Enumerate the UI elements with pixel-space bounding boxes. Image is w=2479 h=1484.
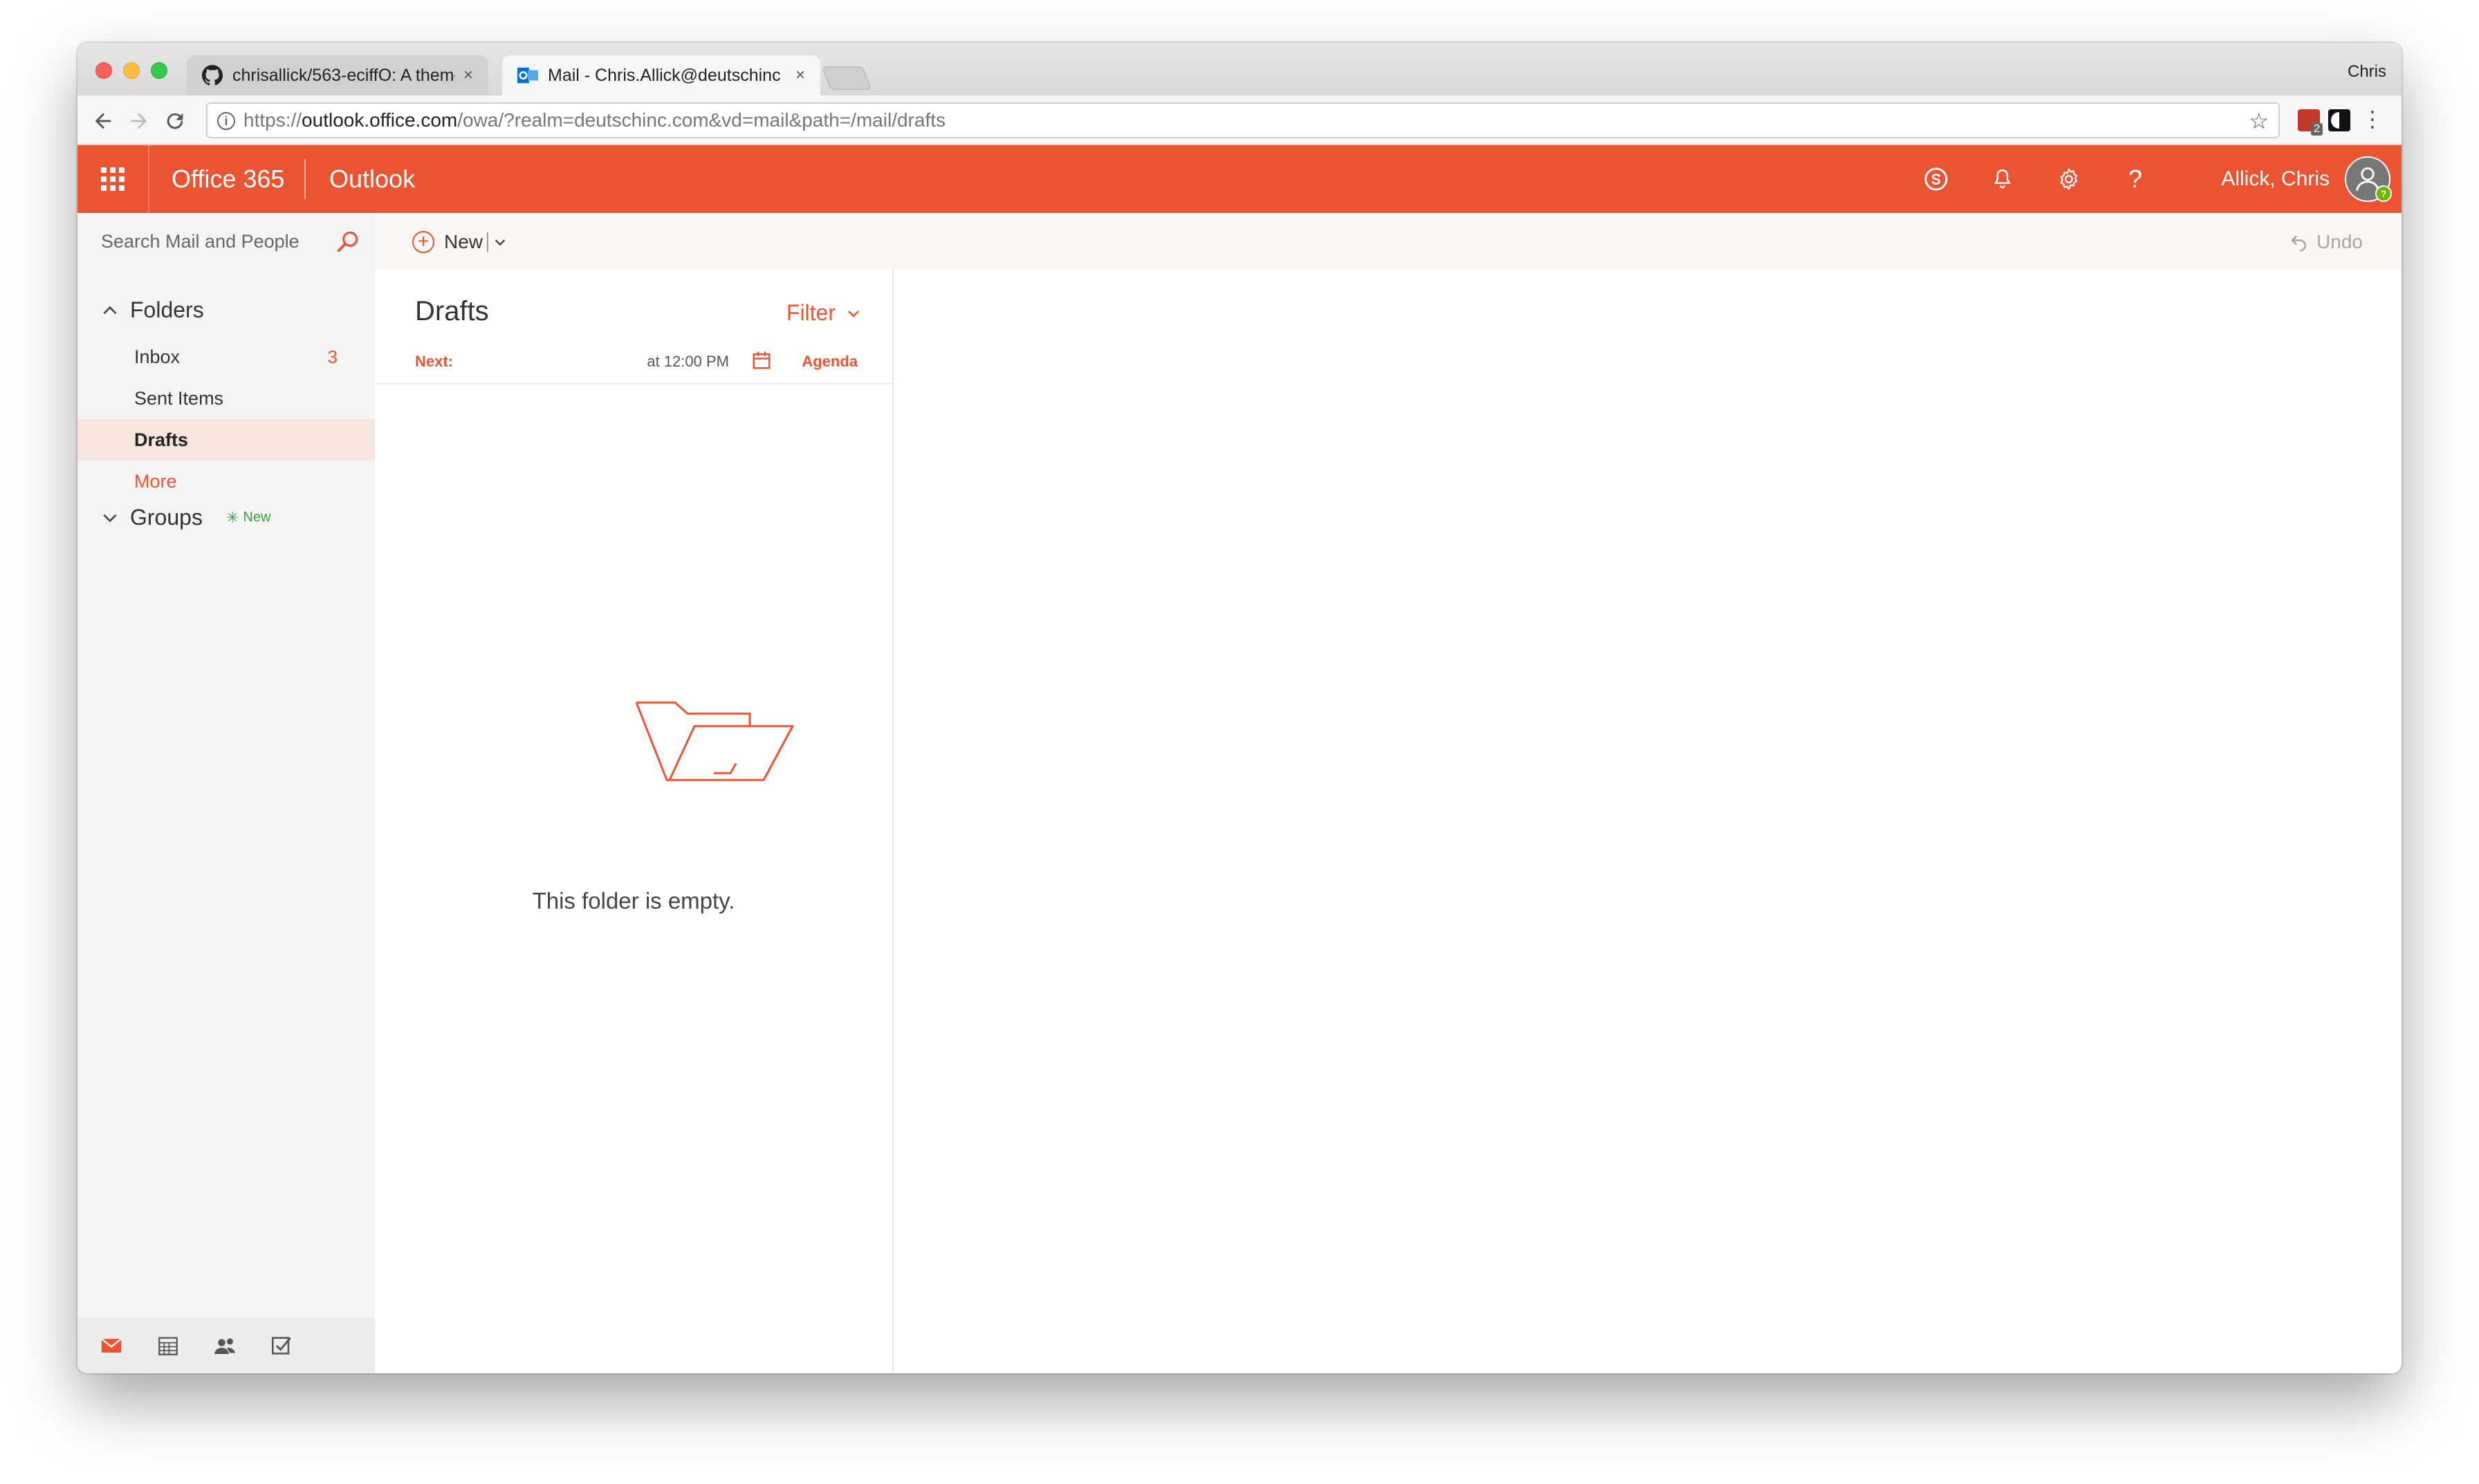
- reload-icon[interactable]: [163, 109, 187, 133]
- address-bar[interactable]: i https://outlook.office.com/owa/?realm=…: [206, 102, 2280, 138]
- site-info-icon[interactable]: i: [217, 112, 235, 130]
- folder-label: Drafts: [134, 429, 189, 450]
- skype-glyph: [1924, 167, 1948, 191]
- new-badge: ✳ New: [226, 509, 270, 527]
- presence-badge: ?: [2375, 185, 2392, 202]
- back-icon[interactable]: [91, 109, 115, 133]
- list-divider: [375, 383, 892, 384]
- folder-sent-items[interactable]: Sent Items: [77, 378, 375, 419]
- gear-glyph: [2060, 168, 2078, 190]
- mail-icon: [101, 1338, 122, 1353]
- tab-title: chrisallick/563-eciffO: A theme: [232, 65, 455, 85]
- skype-icon[interactable]: [1919, 162, 1953, 196]
- next-event-row[interactable]: Next: at 12:00 PM Agenda: [415, 346, 858, 376]
- calendar-module-button[interactable]: [155, 1333, 181, 1359]
- folder-inbox[interactable]: Inbox 3: [77, 336, 375, 378]
- filter-label: Filter: [786, 300, 836, 325]
- maximize-window-button[interactable]: [151, 62, 167, 79]
- groups-label: Groups: [130, 505, 203, 530]
- reading-pane: [895, 270, 2402, 1373]
- folders-header[interactable]: Folders: [101, 297, 204, 323]
- filter-button[interactable]: Filter: [786, 300, 862, 326]
- app-name[interactable]: Outlook: [329, 165, 415, 194]
- chevron-down-icon: [103, 514, 117, 522]
- gear-icon[interactable]: [2052, 162, 2086, 196]
- app-launcher-button[interactable]: [77, 145, 149, 213]
- add-circle-icon: +: [412, 231, 434, 253]
- chrome-menu-icon[interactable]: ⋮: [2361, 106, 2384, 131]
- outlook-icon: [517, 67, 538, 84]
- waffle-icon: [101, 167, 125, 191]
- bookmark-star-icon[interactable]: ☆: [2249, 108, 2269, 134]
- dark-mode-extension-icon[interactable]: [2328, 109, 2350, 131]
- new-tab-button[interactable]: [821, 66, 872, 90]
- extension-badge: 2: [2311, 123, 2323, 136]
- browser-toolbar: i https://outlook.office.com/owa/?realm=…: [77, 95, 2402, 145]
- folder-title: Drafts: [415, 296, 489, 326]
- url-path: /owa/?realm=deutschinc.com&vd=mail&path=…: [457, 109, 946, 131]
- calendar-icon: [158, 1337, 178, 1355]
- agenda-link[interactable]: Agenda: [802, 353, 858, 371]
- url-scheme: https://: [243, 109, 302, 131]
- search-input[interactable]: Search Mail and People: [77, 213, 375, 270]
- close-tab-icon[interactable]: ×: [463, 66, 473, 85]
- people-module-button[interactable]: [212, 1333, 238, 1359]
- tab-github[interactable]: chrisallick/563-eciffO: A theme ×: [187, 55, 488, 95]
- next-label: Next:: [415, 353, 454, 370]
- unread-count: 3: [327, 346, 338, 367]
- profile-name[interactable]: Chris: [2348, 62, 2386, 82]
- minimize-window-button[interactable]: [123, 62, 140, 79]
- mail-module-button[interactable]: [98, 1333, 125, 1359]
- search-icon[interactable]: [335, 228, 361, 254]
- folder-label: Inbox: [134, 346, 181, 367]
- people-icon: [214, 1338, 235, 1354]
- chevron-down-icon[interactable]: [492, 234, 508, 250]
- undo-button[interactable]: Undo: [2289, 231, 2363, 253]
- tab-title: Mail - Chris.Allick@deutschinc: [548, 65, 781, 85]
- more-label: More: [134, 470, 177, 492]
- chevron-up-icon: [103, 306, 117, 314]
- close-tab-icon[interactable]: ×: [795, 66, 805, 85]
- chevron-down-icon: [848, 310, 859, 317]
- tasks-module-button[interactable]: [268, 1333, 295, 1359]
- bell-icon[interactable]: [1985, 162, 2020, 196]
- forward-icon[interactable]: [127, 109, 151, 133]
- url-host: outlook.office.com: [302, 109, 458, 131]
- tab-outlook[interactable]: Mail - Chris.Allick@deutschinc ×: [502, 55, 820, 95]
- module-switcher: [77, 1318, 375, 1373]
- brand-divider: [304, 159, 306, 199]
- folder-pane: Folders Inbox 3 Sent Items Drafts More G…: [77, 270, 375, 1373]
- avatar[interactable]: ?: [2345, 156, 2392, 202]
- help-icon[interactable]: ?: [2118, 162, 2153, 196]
- suite-header: Office 365 Outlook ? Allick, Chris ?: [77, 145, 2402, 213]
- tasks-icon: [271, 1337, 291, 1355]
- folders-label: Folders: [130, 297, 204, 322]
- search-placeholder: Search Mail and People: [101, 230, 299, 252]
- groups-header[interactable]: Groups ✳ New: [101, 505, 270, 530]
- bell-glyph: [1994, 169, 2011, 189]
- empty-folder-message: This folder is empty.: [532, 888, 735, 913]
- sparkle-icon: ✳: [225, 508, 239, 526]
- tab-strip: chrisallick/563-eciffO: A theme × Mail -…: [77, 43, 2402, 95]
- command-bar: Search Mail and People + New Undo: [77, 213, 2402, 270]
- new-badge-label: New: [243, 510, 271, 525]
- split-divider: [487, 232, 489, 252]
- empty-folder-icon: [635, 701, 794, 781]
- undo-label: Undo: [2316, 231, 2363, 252]
- folder-drafts[interactable]: Drafts: [77, 419, 375, 461]
- ublock-extension-icon[interactable]: 2: [2298, 109, 2323, 136]
- user-name[interactable]: Allick, Chris: [2221, 167, 2330, 191]
- folder-label: Sent Items: [134, 387, 224, 409]
- github-icon: [202, 65, 223, 86]
- next-event-time: at 12:00 PM: [647, 353, 729, 370]
- browser-window: chrisallick/563-eciffO: A theme × Mail -…: [77, 43, 2402, 1373]
- new-message-button[interactable]: + New: [412, 227, 508, 257]
- more-folders-link[interactable]: More: [77, 461, 375, 502]
- new-label: New: [444, 231, 483, 252]
- calendar-icon: [753, 351, 771, 369]
- close-window-button[interactable]: [95, 62, 112, 79]
- undo-icon: [2291, 235, 2306, 252]
- suite-brand[interactable]: Office 365: [172, 165, 284, 194]
- message-list: Drafts Filter Next: at 12:00 PM Agenda T…: [375, 270, 894, 1373]
